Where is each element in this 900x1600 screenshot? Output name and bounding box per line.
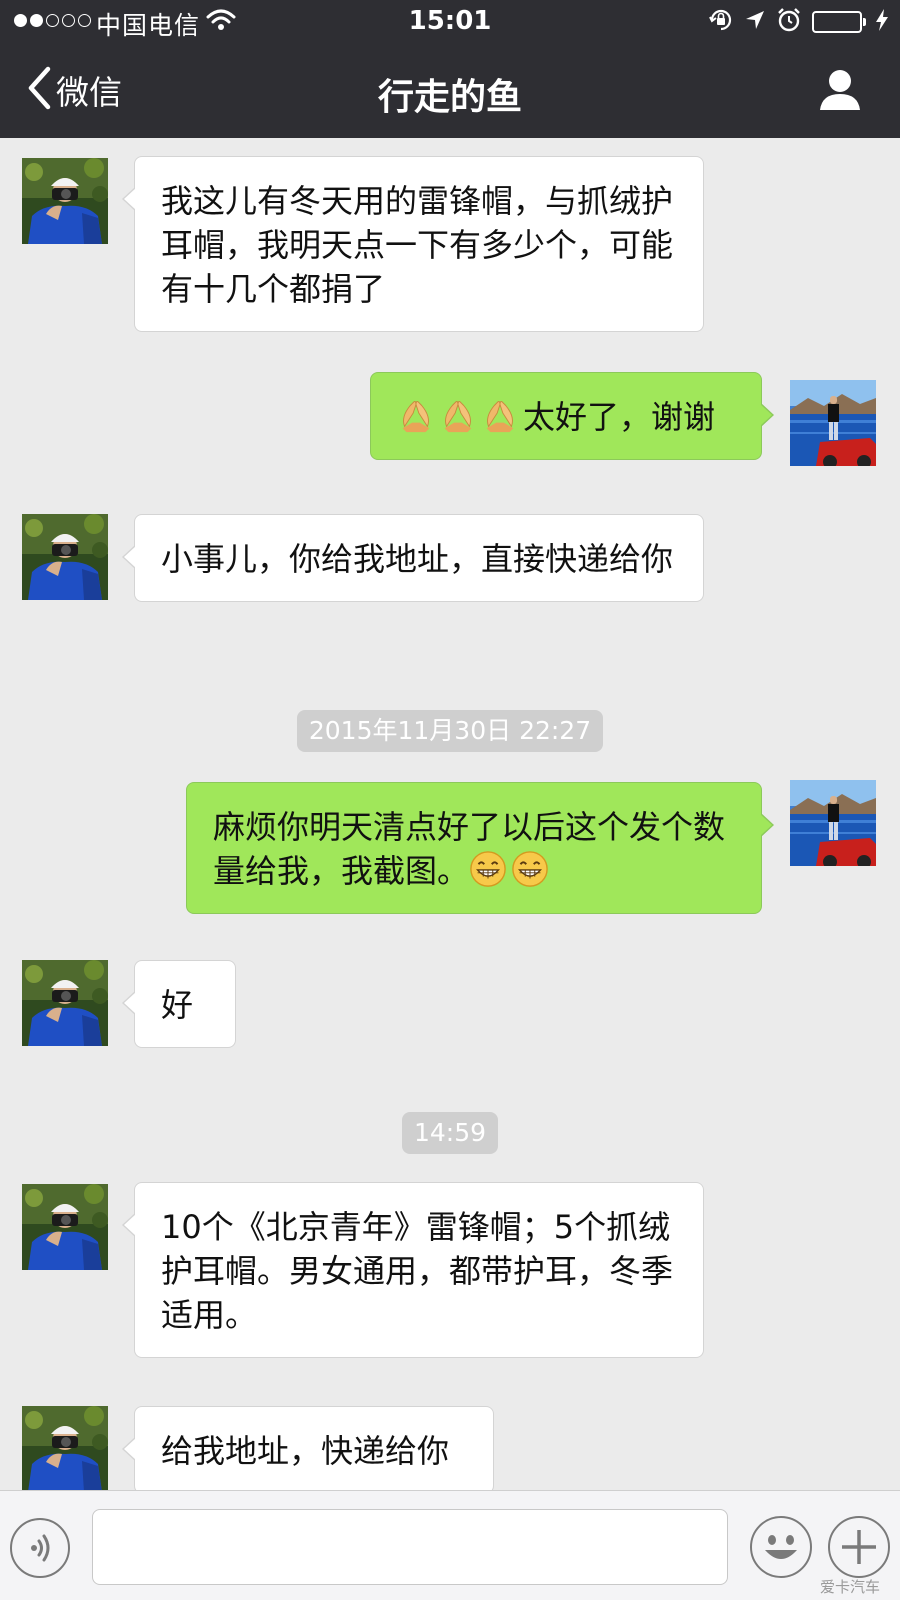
timestamp-label: 14:59 <box>401 1112 499 1154</box>
my-avatar[interactable] <box>790 780 876 866</box>
contact-avatar[interactable] <box>22 1406 108 1490</box>
praying-hands-icon <box>439 396 477 434</box>
incoming-message-bubble[interactable]: 我这儿有冬天用的雷锋帽，与抓绒护耳帽，我明天点一下有多少个，可能有十几个都捐了 <box>122 156 704 332</box>
message-text: 给我地址，快递给你 <box>161 1432 450 1470</box>
timestamp: 14:59 <box>0 1112 900 1154</box>
charging-bolt-icon <box>876 9 888 35</box>
my-avatar[interactable] <box>790 380 876 466</box>
location-arrow-icon <box>744 9 766 35</box>
status-icons <box>708 7 888 37</box>
message-text: 小事儿，你给我地址，直接快递给你 <box>161 540 674 578</box>
grinning-face-icon <box>469 850 507 888</box>
wechat-chat-screen: 中国电信 15:01 微信 行走的鱼 我这儿有冬天用的雷锋帽，与抓绒护耳帽，我明… <box>0 0 900 1600</box>
message-text: 好 <box>161 986 194 1024</box>
message-input[interactable] <box>92 1509 728 1585</box>
contact-avatar[interactable] <box>22 1184 108 1270</box>
chat-title: 行走的鱼 <box>377 77 522 118</box>
contact-avatar[interactable] <box>22 514 108 600</box>
message-text: 10个《北京青年》雷锋帽；5个抓绒护耳帽。男女通用，都带护耳，冬季适用。 <box>161 1208 674 1334</box>
nav-bar: 微信 行走的鱼 <box>0 44 900 138</box>
timestamp-label: 2015年11月30日 22:27 <box>296 710 604 752</box>
alarm-icon <box>776 7 802 37</box>
message-list[interactable]: 我这儿有冬天用的雷锋帽，与抓绒护耳帽，我明天点一下有多少个，可能有十几个都捐了 … <box>0 138 900 1490</box>
outgoing-message-bubble[interactable]: 太好了，谢谢 <box>370 372 774 460</box>
emoji-button[interactable] <box>750 1516 812 1578</box>
chat-info-button[interactable] <box>818 68 862 116</box>
battery-icon <box>812 11 866 33</box>
grinning-face-icon <box>511 850 549 888</box>
incoming-message-bubble[interactable]: 给我地址，快递给你 <box>122 1406 494 1490</box>
message-text: 太好了，谢谢 <box>523 398 716 436</box>
praying-hands-icon <box>481 396 519 434</box>
person-icon <box>818 70 862 116</box>
incoming-message-bubble[interactable]: 小事儿，你给我地址，直接快递给你 <box>122 514 704 602</box>
voice-input-button[interactable] <box>10 1518 70 1578</box>
incoming-message-bubble[interactable]: 10个《北京青年》雷锋帽；5个抓绒护耳帽。男女通用，都带护耳，冬季适用。 <box>122 1182 704 1358</box>
rotation-lock-icon <box>708 7 734 37</box>
input-bar: 爱卡汽车 <box>0 1490 900 1600</box>
more-options-button[interactable] <box>828 1516 890 1578</box>
top-bar: 中国电信 15:01 微信 行走的鱼 <box>0 0 900 138</box>
praying-hands-icon <box>397 396 435 434</box>
watermark: 爱卡汽车 <box>819 1578 880 1596</box>
outgoing-message-bubble[interactable]: 麻烦你明天清点好了以后这个发个数量给我，我截图。 <box>186 782 774 914</box>
timestamp: 2015年11月30日 22:27 <box>0 710 900 752</box>
status-bar: 中国电信 15:01 <box>0 0 900 44</box>
contact-avatar[interactable] <box>22 960 108 1046</box>
incoming-message-bubble[interactable]: 好 <box>122 960 236 1048</box>
contact-avatar[interactable] <box>22 158 108 244</box>
message-text: 我这儿有冬天用的雷锋帽，与抓绒护耳帽，我明天点一下有多少个，可能有十几个都捐了 <box>161 182 674 308</box>
